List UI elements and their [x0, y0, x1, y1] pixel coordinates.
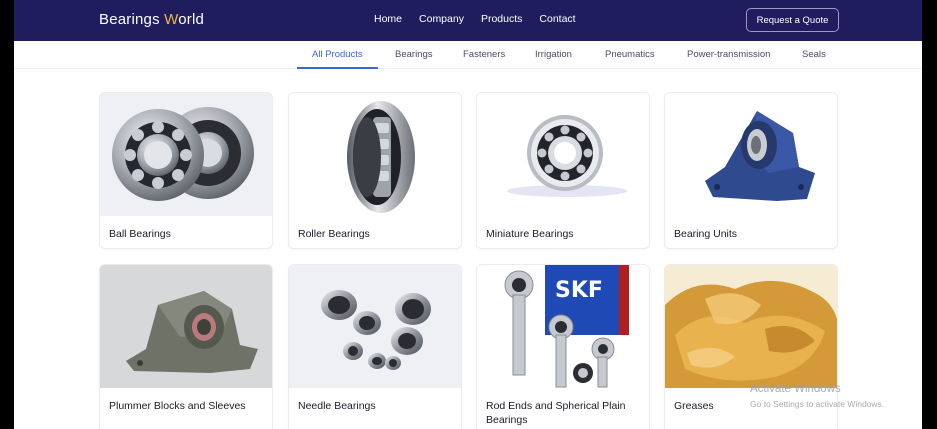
product-title: Bearing Units — [674, 228, 738, 240]
product-card-miniature-bearings[interactable]: Miniature Bearings — [476, 92, 650, 249]
product-card-roller-bearings[interactable]: Roller Bearings — [288, 92, 462, 249]
product-card-ball-bearings[interactable]: Ball Bearings — [99, 92, 273, 249]
brand-logo[interactable]: Bearings World — [99, 11, 204, 28]
top-navbar: Bearings World Home Company Products Con… — [14, 0, 922, 41]
product-card-needle-bearings[interactable]: Needle Bearings — [288, 264, 462, 429]
product-title: Ball Bearings — [109, 228, 171, 240]
brand-text-1: Bearings — [99, 11, 165, 28]
tab-fasteners[interactable]: Fasteners — [463, 49, 505, 60]
rod-ends-image: SKF — [477, 265, 649, 388]
product-title: Miniature Bearings — [486, 228, 574, 240]
tab-irrigation[interactable]: Irrigation — [535, 49, 572, 60]
tab-pneumatics[interactable]: Pneumatics — [605, 49, 655, 60]
product-card-bearing-units[interactable]: Bearing Units — [664, 92, 838, 249]
miniature-bearings-image — [477, 93, 649, 216]
nav-link-company[interactable]: Company — [419, 13, 464, 25]
request-quote-button[interactable]: Request a Quote — [746, 8, 839, 32]
nav-link-home[interactable]: Home — [374, 13, 402, 25]
product-card-plummer-blocks[interactable]: Plummer Blocks and Sleeves — [99, 264, 273, 429]
product-title: Plummer Blocks and Sleeves — [109, 400, 246, 412]
roller-bearings-image — [289, 93, 461, 216]
tab-bearings[interactable]: Bearings — [395, 49, 433, 60]
tab-power-transmission[interactable]: Power-transmission — [687, 49, 770, 60]
nav-link-contact[interactable]: Contact — [539, 13, 575, 25]
tab-seals[interactable]: Seals — [802, 49, 826, 60]
needle-bearings-image — [289, 265, 461, 388]
windows-activation-watermark-title: Activate Windows — [750, 383, 841, 395]
brand-text-2: orld — [178, 11, 205, 28]
plummer-blocks-image — [100, 265, 272, 388]
product-title: Needle Bearings — [298, 400, 376, 412]
ball-bearings-image — [100, 93, 272, 216]
category-tabs: All Products Bearings Fasteners Irrigati… — [14, 41, 922, 69]
nav-link-products[interactable]: Products — [481, 13, 522, 25]
product-title: Roller Bearings — [298, 228, 370, 240]
bearing-units-image — [665, 93, 837, 216]
windows-activation-watermark-text: Go to Settings to activate Windows. — [750, 399, 885, 409]
skf-logo-text: SKF — [555, 278, 603, 303]
product-card-rod-ends[interactable]: SKF Rod Ends and Spherical Plain Bearing… — [476, 264, 650, 429]
greases-image — [665, 265, 837, 388]
page-viewport: Bearings World Home Company Products Con… — [14, 0, 922, 429]
tab-all-products[interactable]: All Products — [312, 49, 363, 60]
nav-links: Home Company Products Contact — [374, 13, 593, 25]
active-tab-underline — [297, 67, 378, 69]
product-title: Rod Ends and Spherical Plain Bearings — [486, 400, 626, 426]
brand-accent-letter: W — [164, 11, 179, 28]
